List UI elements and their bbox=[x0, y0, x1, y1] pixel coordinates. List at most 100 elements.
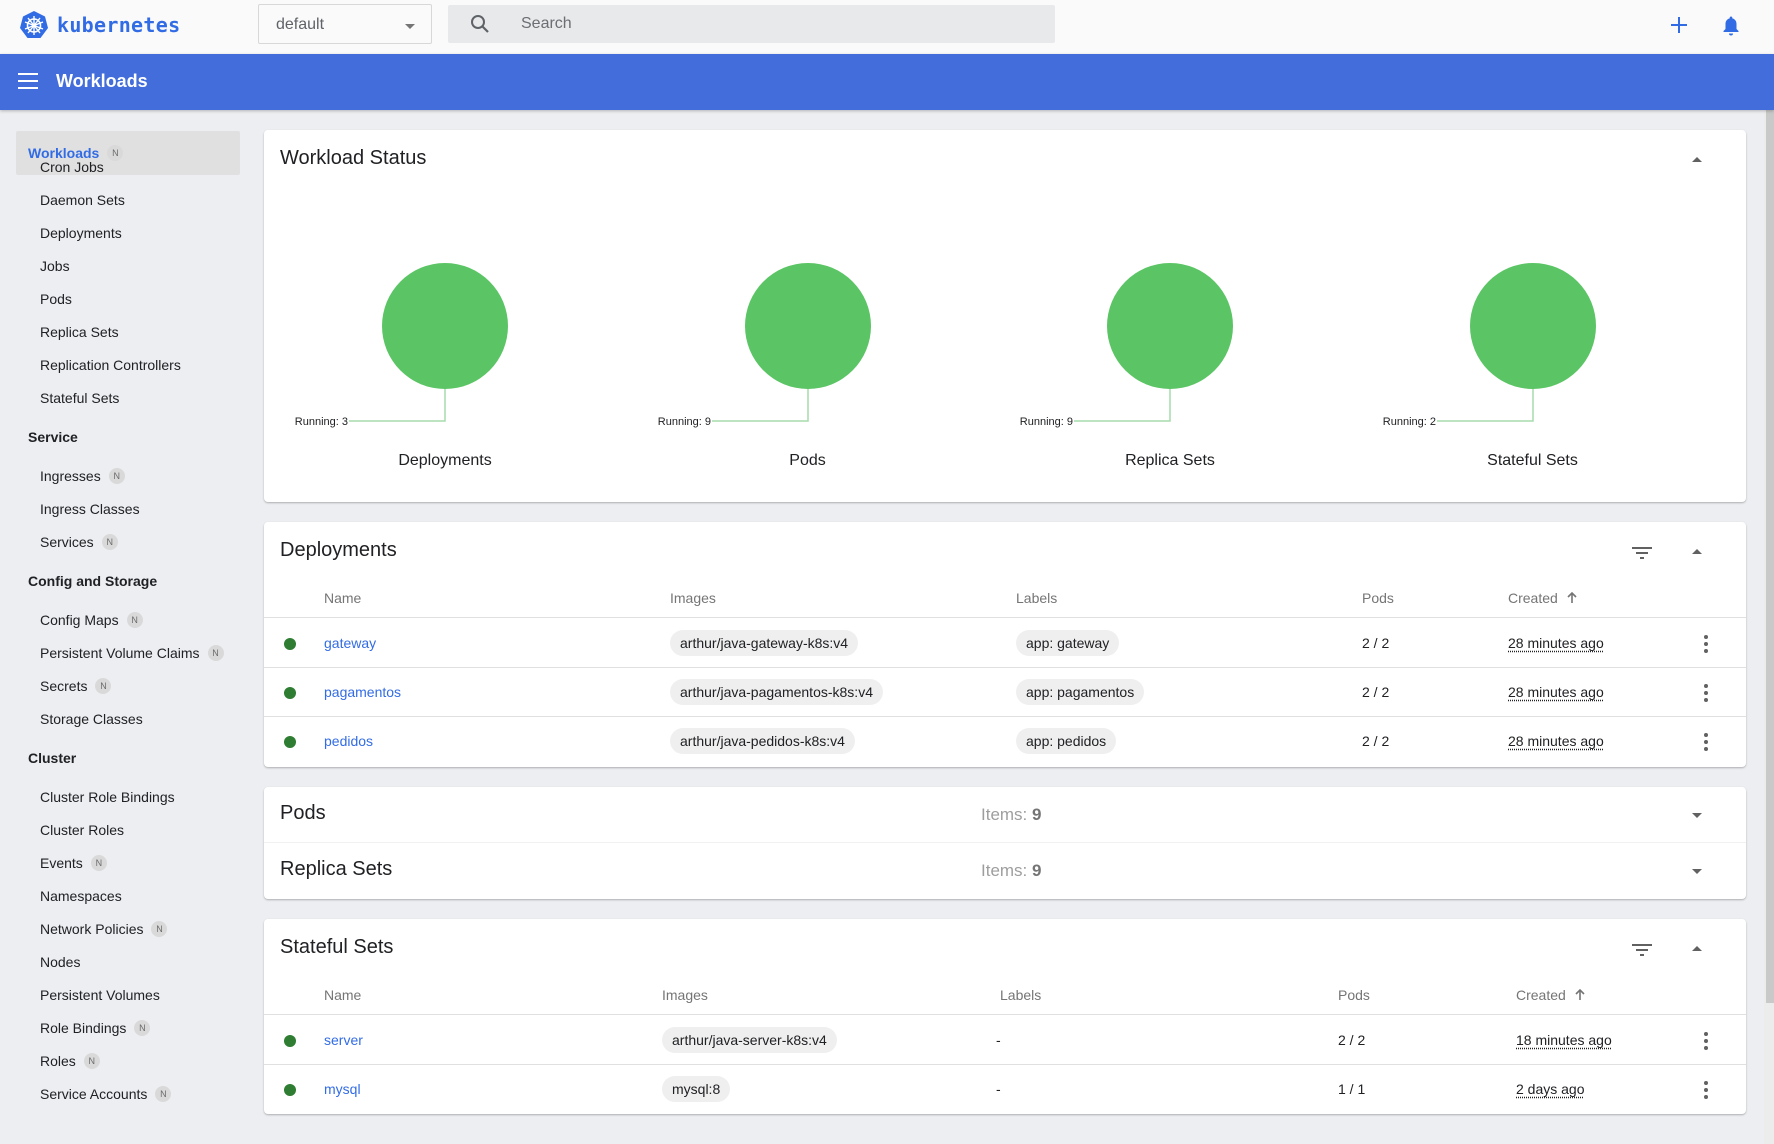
notifications-button[interactable] bbox=[1718, 12, 1744, 38]
workload-status-card: Workload Status Running: 3 Deployments Run… bbox=[264, 130, 1746, 502]
status-ok-icon bbox=[284, 687, 296, 699]
pie-slice-running[interactable] bbox=[1469, 263, 1596, 389]
label-chip: app: pagamentos bbox=[1016, 679, 1145, 705]
sidebar-item-label: Replication Controllers bbox=[40, 357, 181, 373]
more-actions-icon[interactable] bbox=[1696, 682, 1716, 704]
resource-name-link[interactable]: gateway bbox=[324, 635, 376, 651]
column-created[interactable]: Created bbox=[1508, 590, 1578, 606]
sidebar-item[interactable]: Jobs bbox=[40, 258, 70, 274]
sidebar-item[interactable]: Deployments bbox=[40, 225, 122, 241]
more-actions-icon[interactable] bbox=[1696, 731, 1716, 753]
filter-icon[interactable] bbox=[1632, 547, 1652, 561]
sidebar-item[interactable]: Daemon Sets bbox=[40, 192, 125, 208]
kubernetes-logo[interactable]: kubernetes bbox=[19, 10, 180, 40]
expand-icon[interactable] bbox=[1692, 869, 1702, 874]
sidebar-group-header[interactable]: Service bbox=[28, 429, 78, 445]
sidebar-item[interactable]: Persistent Volumes bbox=[40, 987, 160, 1003]
items-value: 9 bbox=[1032, 861, 1042, 880]
namespaced-badge: N bbox=[107, 145, 124, 161]
pie-slice-running[interactable] bbox=[1107, 263, 1233, 389]
more-actions-icon[interactable] bbox=[1696, 1030, 1716, 1052]
created-time: 28 minutes ago bbox=[1508, 684, 1604, 700]
sidebar-item[interactable]: Service Accounts N bbox=[40, 1086, 172, 1102]
sidebar-item[interactable]: Network Policies N bbox=[40, 921, 168, 937]
pie-chart: Running: 3 bbox=[295, 263, 508, 428]
image-chip: arthur/java-pagamentos-k8s:v4 bbox=[670, 679, 883, 705]
column-created[interactable]: Created bbox=[1516, 987, 1586, 1003]
plus-icon bbox=[1671, 17, 1687, 33]
status-ok-icon bbox=[284, 1084, 296, 1096]
chart-title: Deployments bbox=[398, 452, 492, 469]
pie-slice-running[interactable] bbox=[744, 263, 871, 389]
sidebar-item[interactable]: Ingresses N bbox=[40, 468, 125, 484]
sidebar-item[interactable]: Pods bbox=[40, 291, 72, 307]
sidebar-item[interactable]: Persistent Volume Claims N bbox=[40, 645, 224, 661]
sidebar-item[interactable]: Ingress Classes bbox=[40, 501, 140, 517]
sidebar-item-label: Secrets bbox=[40, 678, 88, 694]
namespaced-badge: N bbox=[134, 1020, 151, 1036]
sidebar-item[interactable]: Replication Controllers bbox=[40, 357, 181, 373]
sidebar-item[interactable]: Cron Jobs bbox=[40, 159, 104, 175]
table-row: gateway arthur/java-gateway-k8s:v4 app: ga… bbox=[264, 619, 1746, 668]
collapse-icon[interactable] bbox=[1692, 946, 1702, 951]
brand-name: kubernetes bbox=[57, 13, 181, 37]
arrow-up-icon bbox=[1567, 591, 1577, 603]
items-count: Items: 9 bbox=[981, 861, 1042, 881]
table-header: Name Images Labels Pods Created bbox=[264, 578, 1746, 618]
more-actions-icon[interactable] bbox=[1696, 633, 1716, 655]
sidebar-item[interactable]: Cluster Roles bbox=[40, 822, 124, 838]
create-button[interactable] bbox=[1666, 12, 1692, 38]
sidebar-item[interactable]: Secrets N bbox=[40, 678, 112, 694]
sidebar-item-label: Jobs bbox=[40, 258, 70, 274]
pie-slice-running[interactable] bbox=[382, 263, 508, 389]
resource-name-link[interactable]: server bbox=[324, 1032, 363, 1048]
sidebar-item-label: Namespaces bbox=[40, 888, 122, 904]
sidebar-group-header[interactable]: Config and Storage bbox=[28, 573, 157, 589]
sidebar-item-label: Daemon Sets bbox=[40, 192, 125, 208]
column-images: Images bbox=[670, 590, 716, 606]
sidebar-item[interactable]: Cluster Role Bindings bbox=[40, 789, 175, 805]
namespaced-badge: N bbox=[101, 534, 118, 550]
scrollbar-thumb[interactable] bbox=[1766, 110, 1774, 1003]
workload-chart: Running: 9 Pods bbox=[627, 130, 989, 502]
search-input[interactable] bbox=[521, 5, 1041, 43]
sidebar-item-label: Ingress Classes bbox=[40, 501, 140, 517]
expand-icon[interactable] bbox=[1692, 813, 1702, 818]
sidebar-item[interactable]: Storage Classes bbox=[40, 711, 143, 727]
sidebar-item-label: Persistent Volumes bbox=[40, 987, 160, 1003]
namespace-select[interactable]: default bbox=[258, 4, 432, 44]
sidebar-group-header[interactable]: Cluster bbox=[28, 750, 76, 766]
column-created-label: Created bbox=[1508, 590, 1558, 606]
resource-name-link[interactable]: mysql bbox=[324, 1081, 361, 1097]
section-title: Pods bbox=[280, 802, 326, 824]
collapsed-section[interactable]: Replica Sets Items: 9 bbox=[264, 843, 1746, 899]
sidebar-item[interactable]: Nodes bbox=[40, 954, 80, 970]
card-title: Stateful Sets bbox=[280, 936, 394, 958]
resource-name-link[interactable]: pedidos bbox=[324, 733, 373, 749]
search-bar[interactable] bbox=[448, 5, 1055, 43]
filter-icon[interactable] bbox=[1632, 944, 1652, 958]
sidebar-item[interactable]: Namespaces bbox=[40, 888, 122, 904]
status-ok-icon bbox=[284, 1035, 296, 1047]
sidebar: Workloads N Cron Jobs Daemon Sets Deployme… bbox=[0, 110, 258, 1144]
more-actions-icon[interactable] bbox=[1696, 1079, 1716, 1101]
image-chip: arthur/java-pedidos-k8s:v4 bbox=[670, 728, 855, 754]
sidebar-item[interactable]: Replica Sets bbox=[40, 324, 119, 340]
section-title: Replica Sets bbox=[280, 858, 393, 880]
sidebar-item[interactable]: Stateful Sets bbox=[40, 390, 119, 406]
collapse-icon[interactable] bbox=[1692, 549, 1702, 554]
column-created-label: Created bbox=[1516, 987, 1566, 1003]
sidebar-item-label: Role Bindings bbox=[40, 1020, 127, 1036]
hamburger-menu-icon[interactable] bbox=[18, 73, 38, 89]
sidebar-item[interactable]: Role Bindings N bbox=[40, 1020, 151, 1036]
pie-chart: Running: 9 bbox=[1020, 263, 1233, 428]
pods-count: 2 / 2 bbox=[1362, 684, 1390, 700]
sidebar-item[interactable]: Services N bbox=[40, 534, 118, 550]
resource-name-link[interactable]: pagamentos bbox=[324, 684, 401, 700]
sidebar-item[interactable]: Events N bbox=[40, 855, 107, 871]
sidebar-item-label: Persistent Volume Claims bbox=[40, 645, 200, 661]
collapsed-section[interactable]: Pods Items: 9 bbox=[264, 787, 1746, 843]
items-value: 9 bbox=[1032, 805, 1042, 824]
sidebar-item[interactable]: Roles N bbox=[40, 1053, 100, 1069]
sidebar-item[interactable]: Config Maps N bbox=[40, 612, 143, 628]
